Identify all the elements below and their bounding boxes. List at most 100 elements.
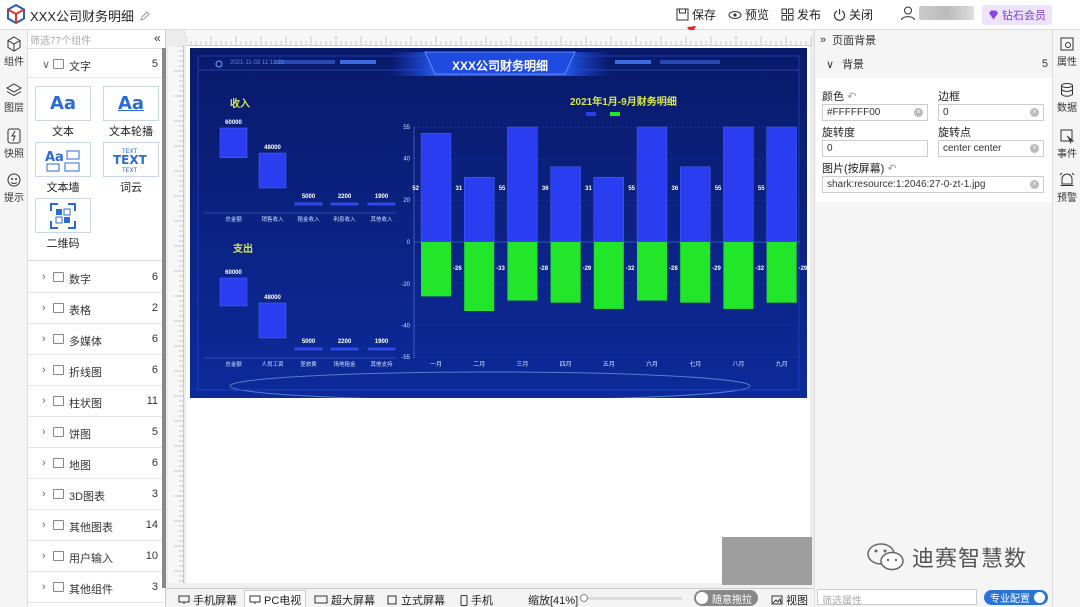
edit-pencil-icon[interactable] bbox=[139, 10, 151, 22]
section-background[interactable]: ∨ 背景 5 bbox=[826, 56, 1048, 72]
tile-text-wall[interactable]: Aa 文本墙 bbox=[35, 142, 91, 195]
positive-value-label: 55 bbox=[758, 186, 765, 192]
positive-value-label: 36 bbox=[672, 186, 679, 192]
tile-qrcode[interactable]: 二维码 bbox=[35, 198, 91, 251]
rotation-field[interactable]: 0 bbox=[822, 140, 928, 157]
category-item[interactable]: › 折线图 6 bbox=[28, 355, 166, 386]
panel-header-label: 页面背景 bbox=[832, 35, 877, 47]
property-panel-header[interactable]: » 页面背景 bbox=[820, 32, 876, 48]
collapse-panel-button[interactable]: « bbox=[154, 31, 161, 45]
preview-label: 预览 bbox=[745, 8, 770, 22]
bar-value-label: 1900 bbox=[375, 339, 389, 345]
monitor-icon bbox=[178, 595, 190, 604]
positive-bar bbox=[507, 126, 538, 243]
zoom-slider-handle[interactable] bbox=[580, 594, 588, 602]
y-tick-label: 0 bbox=[407, 240, 411, 246]
tile-word-cloud[interactable]: TEXT TEXT TEXT 词云 bbox=[103, 142, 159, 195]
tile-text[interactable]: Aa 文本 bbox=[35, 86, 91, 139]
rail-item-components[interactable]: 组件 bbox=[0, 36, 28, 68]
category-count: 10 bbox=[145, 550, 158, 562]
rail-item-alarm[interactable]: 预警 bbox=[1053, 172, 1080, 204]
vip-badge[interactable]: 钻石会员 bbox=[982, 5, 1052, 25]
category-item[interactable]: › 用户输入 10 bbox=[28, 541, 166, 572]
category-icon bbox=[53, 272, 64, 282]
property-filter-input[interactable]: 筛选属性 bbox=[817, 589, 977, 607]
user-menu[interactable] bbox=[900, 5, 974, 21]
publish-button[interactable]: 发布 bbox=[781, 6, 821, 23]
bar bbox=[367, 347, 396, 351]
tab-pc-tv[interactable]: PC电视 bbox=[244, 590, 307, 607]
category-item[interactable]: › 柱状图 11 bbox=[28, 386, 166, 417]
category-text-open[interactable]: ∨ 文字 5 bbox=[28, 49, 166, 78]
rail-item-properties[interactable]: 属性 bbox=[1053, 36, 1080, 68]
bar bbox=[294, 347, 323, 351]
document-title[interactable]: XXX公司财务明细 bbox=[30, 6, 151, 25]
zoom-slider[interactable] bbox=[580, 594, 682, 602]
view-button[interactable]: 视图 bbox=[771, 592, 808, 607]
category-label: 总金额 bbox=[225, 215, 242, 223]
tab-mobile-screen[interactable]: 手机屏幕 bbox=[178, 592, 237, 607]
negative-bar bbox=[464, 242, 495, 311]
border-field[interactable]: 0 × bbox=[938, 104, 1044, 121]
preview-button[interactable]: 预览 bbox=[728, 6, 769, 23]
category-item[interactable]: › 数字 6 bbox=[28, 262, 166, 293]
vertical-ruler bbox=[168, 45, 184, 583]
negative-bar bbox=[421, 242, 451, 297]
negative-bar bbox=[637, 242, 667, 301]
close-button[interactable]: 关闭 bbox=[833, 6, 873, 23]
category-item[interactable]: › 饼图 5 bbox=[28, 417, 166, 448]
positive-value-label: 55 bbox=[499, 186, 506, 192]
pro-config-toggle[interactable]: 专业配置 bbox=[984, 590, 1048, 605]
positive-value-label: 55 bbox=[715, 186, 722, 192]
color-label: 颜色 ↶ bbox=[822, 91, 857, 103]
bar bbox=[219, 277, 248, 307]
expand-right-icon: » bbox=[820, 34, 827, 46]
month-label: 七月 bbox=[689, 360, 701, 368]
save-button[interactable]: 保存 bbox=[676, 6, 716, 23]
category-item[interactable]: › 多媒体 6 bbox=[28, 324, 166, 355]
rail-label: 预警 bbox=[1057, 193, 1077, 204]
tile-label: 文本墙 bbox=[46, 182, 80, 194]
text-carousel-tile-icon: Aa bbox=[103, 86, 159, 121]
positive-value-label: 36 bbox=[542, 186, 549, 192]
category-item[interactable]: › 其他组件 3 bbox=[28, 572, 166, 603]
y-tick-label: 55 bbox=[403, 125, 410, 131]
tab-label: 超大屏幕 bbox=[331, 595, 375, 607]
alarm-icon bbox=[1059, 172, 1075, 186]
tile-text-carousel[interactable]: Aa 文本轮播 bbox=[103, 86, 159, 139]
category-item[interactable]: › 表格 2 bbox=[28, 293, 166, 324]
rail-item-events[interactable]: 事件 bbox=[1053, 128, 1080, 160]
horizontal-ruler bbox=[186, 30, 812, 46]
category-item[interactable]: › 其他图表 14 bbox=[28, 510, 166, 541]
color-field[interactable]: #FFFFFF00 × bbox=[822, 104, 928, 121]
tab-mobile[interactable]: 手机 bbox=[460, 592, 493, 607]
rail-item-snapshot[interactable]: 快照 bbox=[0, 128, 28, 160]
month-label: 四月 bbox=[560, 361, 572, 368]
image-label: 图片(按屏幕) ↶ bbox=[822, 163, 897, 175]
rail-item-layers[interactable]: 图层 bbox=[0, 82, 28, 114]
app-window: XXX公司财务明细 保存 预览 发布 关闭 钻石会员 组件 图层 快照 提示 筛… bbox=[0, 0, 1080, 607]
free-drag-toggle[interactable]: 随意拖拉 bbox=[694, 590, 758, 606]
category-count: 3 bbox=[151, 488, 158, 500]
rail-item-data[interactable]: 数据 bbox=[1053, 82, 1080, 114]
negative-value-label: -33 bbox=[496, 266, 505, 272]
clear-icon: × bbox=[1030, 180, 1039, 189]
tab-large-screen[interactable]: 超大屏幕 bbox=[314, 592, 375, 607]
tab-vertical-screen[interactable]: 立式屏幕 bbox=[386, 592, 445, 607]
month-label: 六月 bbox=[646, 360, 658, 368]
eye-icon bbox=[728, 10, 742, 19]
image-field[interactable]: shark:resource:1:2046:27-0-zt-1.jpg × bbox=[822, 176, 1044, 193]
component-filter-input[interactable]: 筛选77个组件 bbox=[30, 32, 150, 47]
rail-item-hint[interactable]: 提示 bbox=[0, 172, 28, 204]
minimap-preview[interactable] bbox=[722, 537, 812, 585]
svg-text:Aa: Aa bbox=[45, 150, 64, 165]
vertical-ruler-ticks bbox=[174, 45, 184, 582]
positive-value-label: 52 bbox=[412, 186, 419, 192]
category-item[interactable]: › 3D图表 3 bbox=[28, 479, 166, 510]
pivot-field[interactable]: center center × bbox=[938, 140, 1044, 157]
tab-label: 立式屏幕 bbox=[401, 595, 445, 607]
category-item[interactable]: › 地图 6 bbox=[28, 448, 166, 479]
category-label: 其他支持 bbox=[370, 360, 393, 368]
dashboard-canvas[interactable]: 2021-11-03 11:11:21 XXX公司财务明细 收入 支出 2021… bbox=[190, 48, 807, 398]
chevron-right-icon: › bbox=[42, 271, 46, 283]
